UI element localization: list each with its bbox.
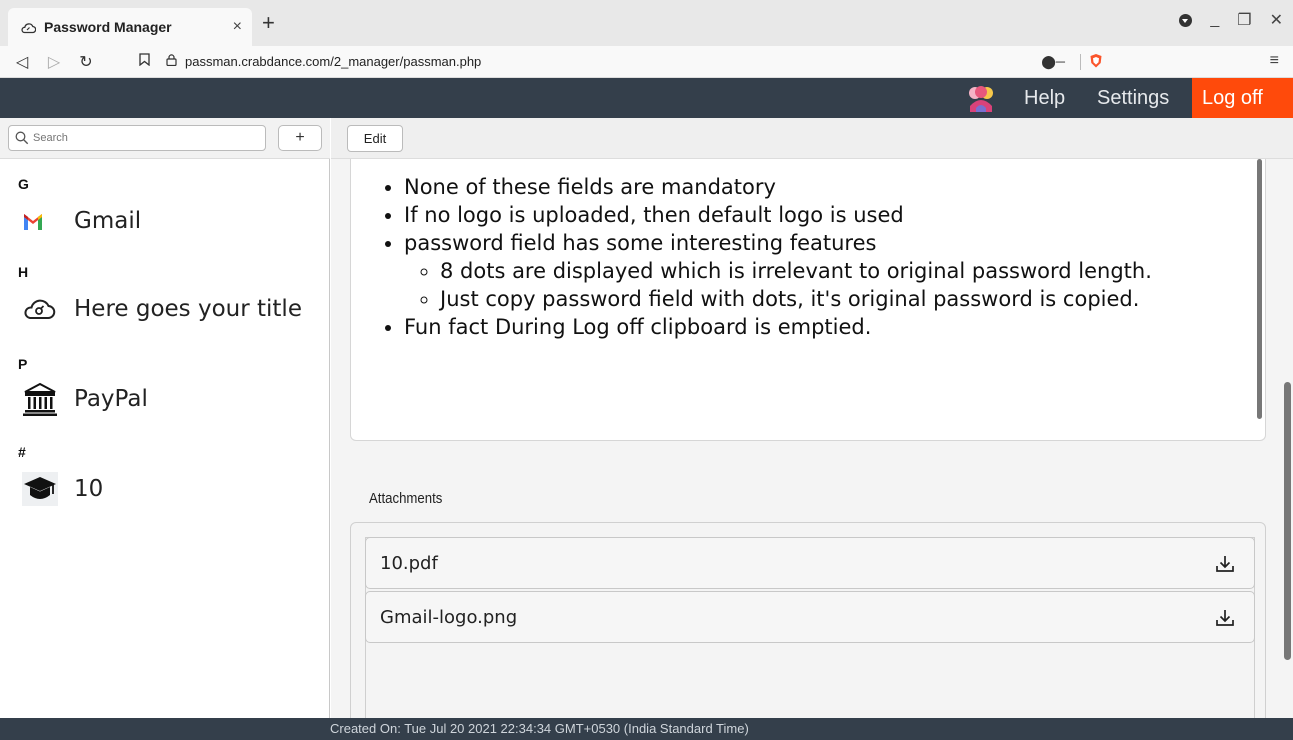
cloud-favicon-icon	[20, 19, 36, 35]
browser-tab-bar: Password Manager × + _ ❐ ✕	[0, 0, 1293, 46]
notes-list: None of these fields are mandatory If no…	[386, 173, 1152, 341]
entry-gmail[interactable]: Gmail	[22, 204, 141, 238]
tab-title: Password Manager	[44, 19, 172, 35]
add-entry-button[interactable]: +	[278, 125, 322, 151]
lock-icon	[166, 54, 177, 69]
list-item: 8 dots are displayed which is irrelevant…	[440, 257, 1152, 285]
group-letter: #	[18, 444, 26, 460]
page-scrollbar[interactable]	[1284, 382, 1291, 660]
profile-menu-icon[interactable]	[1179, 13, 1193, 27]
minimize-icon[interactable]: _	[1210, 11, 1219, 29]
list-item: Fun fact During Log off clipboard is emp…	[404, 313, 1152, 341]
back-icon[interactable]: ◁	[10, 52, 34, 72]
entry-paypal[interactable]: PayPal	[22, 382, 148, 416]
search-icon	[15, 131, 29, 145]
entry-label: Gmail	[74, 208, 142, 234]
entry-label: 10	[74, 476, 104, 502]
entry-10[interactable]: 10	[22, 472, 103, 506]
sidebar-toolbar: +	[0, 118, 330, 159]
main-toolbar: Edit	[331, 118, 1293, 159]
app-navbar: Help Settings Log off	[0, 78, 1293, 118]
bank-icon	[22, 382, 62, 416]
brave-shield-icon[interactable]	[1089, 53, 1103, 69]
created-on-text: Created On: Tue Jul 20 2021 22:34:34 GMT…	[330, 721, 749, 736]
entry-here-goes-your-title[interactable]: Here goes your title	[22, 292, 302, 326]
address-divider	[1080, 54, 1081, 70]
entry-label: Here goes your title	[74, 296, 302, 322]
reload-icon[interactable]: ↻	[74, 52, 98, 72]
main-panel: Edit None of these fields are mandatory …	[331, 118, 1293, 727]
list-item: If no logo is uploaded, then default log…	[404, 201, 1152, 229]
download-icon[interactable]	[1214, 607, 1236, 629]
attachment-item[interactable]: Gmail-logo.png	[365, 591, 1255, 643]
attachment-name: 10.pdf	[380, 552, 438, 574]
url-text: passman.crabdance.com/2_manager/passman.…	[185, 54, 482, 69]
sidebar: + G Gmail H Here goes your title	[0, 118, 330, 718]
footer: Created On: Tue Jul 20 2021 22:34:34 GMT…	[0, 718, 1293, 740]
key-icon[interactable]: ⬤─	[1041, 54, 1065, 70]
list-item: None of these fields are mandatory	[404, 173, 1152, 201]
browser-tab[interactable]: Password Manager ×	[8, 8, 252, 46]
search-input[interactable]	[33, 132, 233, 144]
browser-menu-icon[interactable]: ≡	[1270, 52, 1279, 70]
group-letter: G	[18, 176, 29, 192]
nav-help-link[interactable]: Help	[1024, 78, 1065, 118]
new-tab-button[interactable]: +	[262, 12, 275, 34]
avatar[interactable]	[964, 84, 998, 112]
search-box[interactable]	[8, 125, 266, 151]
nav-settings-link[interactable]: Settings	[1097, 78, 1169, 118]
attachments-panel: 10.pdf Gmail-logo.png	[350, 522, 1266, 727]
close-window-icon[interactable]: ✕	[1270, 10, 1283, 30]
list-item-text: password field has some interesting feat…	[404, 231, 877, 255]
window-controls: _ ❐ ✕	[1179, 10, 1283, 30]
list-item: password field has some interesting feat…	[404, 229, 1152, 313]
cloud-icon	[22, 292, 62, 326]
list-item: Just copy password field with dots, it's…	[440, 285, 1152, 313]
logoff-button[interactable]: Log off	[1192, 78, 1293, 118]
restore-icon[interactable]: ❐	[1237, 10, 1251, 30]
notes-scrollbar[interactable]	[1257, 159, 1262, 419]
address-bar: ◁ ▷ ↻ passman.crabdance.com/2_manager/pa…	[0, 46, 1293, 78]
entry-label: PayPal	[74, 386, 148, 412]
attachment-item[interactable]: 10.pdf	[365, 537, 1255, 589]
edit-button[interactable]: Edit	[347, 125, 403, 152]
tab-close-icon[interactable]: ×	[233, 18, 242, 36]
url-field[interactable]: passman.crabdance.com/2_manager/passman.…	[166, 54, 481, 69]
bookmark-icon[interactable]	[132, 52, 156, 71]
group-letter: P	[18, 356, 28, 372]
graduation-cap-icon	[22, 472, 62, 506]
notes-panel[interactable]: None of these fields are mandatory If no…	[350, 159, 1266, 441]
forward-icon[interactable]: ▷	[42, 52, 66, 72]
attachments-heading: Attachments	[369, 490, 443, 507]
gmail-icon	[22, 204, 62, 238]
group-letter: H	[18, 264, 29, 280]
download-icon[interactable]	[1214, 553, 1236, 575]
sub-list: 8 dots are displayed which is irrelevant…	[404, 257, 1152, 313]
attachment-name: Gmail-logo.png	[380, 606, 518, 628]
